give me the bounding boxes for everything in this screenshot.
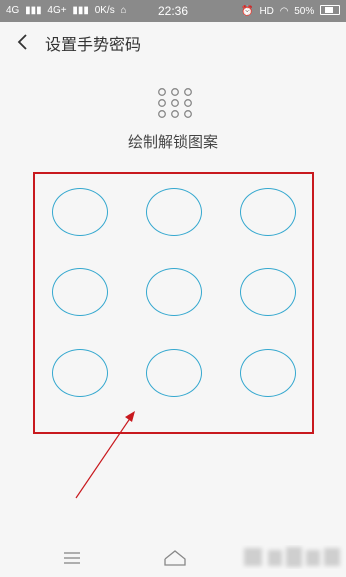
home-button[interactable] [163,548,187,568]
pattern-dot-5[interactable] [146,268,202,316]
status-bar: 4G ▮▮▮ 4G+ ▮▮▮ 0K/s ⌂ 22:36 ⏰ HD ◠ 50% [0,0,346,22]
home-icon [164,550,186,566]
menu-icon [64,552,80,564]
pattern-dot-7[interactable] [52,349,108,397]
pattern-dot-3[interactable] [240,188,296,236]
status-right: ⏰ HD ◠ 50% [238,5,340,17]
header: 设置手势密码 [0,22,346,62]
wifi-icon: ◠ [279,6,289,17]
grid-dots-icon [158,88,192,118]
menu-button[interactable] [60,548,84,568]
pattern-dot-8[interactable] [146,349,202,397]
battery-percent: 50% [294,6,315,17]
pattern-dot-6[interactable] [240,268,296,316]
instruction-text: 绘制解锁图案 [127,133,218,151]
watermark-image [244,547,340,567]
pattern-dot-2[interactable] [146,188,202,236]
hd-badge: HD [259,6,274,17]
back-button[interactable] [12,30,36,54]
alarm-icon: ⏰ [241,6,254,17]
pattern-dot-4[interactable] [52,268,108,316]
pattern-dot-9[interactable] [240,349,296,397]
battery-fill [325,7,333,13]
pattern-dot-1[interactable] [52,188,108,236]
pattern-area[interactable] [33,172,314,434]
battery-icon [320,5,340,15]
page-title: 设置手势密码 [45,35,142,54]
chevron-left-icon [17,34,27,50]
